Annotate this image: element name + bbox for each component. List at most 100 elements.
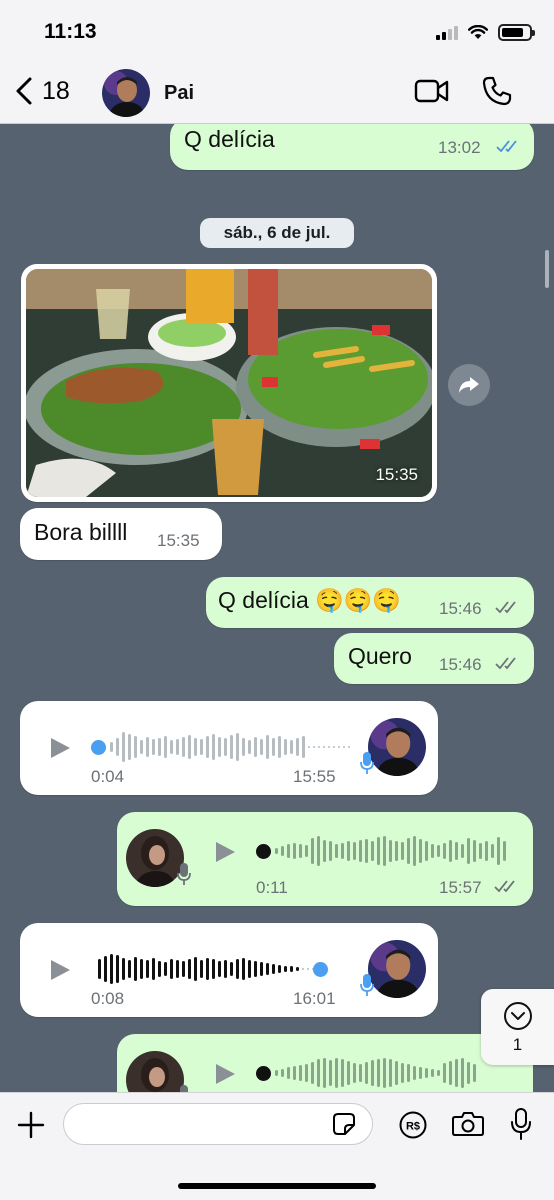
voice-message[interactable]: 0:04 15:55 bbox=[20, 701, 438, 795]
waveform-bar bbox=[230, 962, 233, 976]
waveform-bar bbox=[152, 739, 155, 755]
waveform-bar bbox=[437, 1070, 440, 1076]
voice-message[interactable]: 0:08 16:01 bbox=[20, 923, 438, 1017]
waveform-bar bbox=[305, 1064, 308, 1082]
waveform-bar bbox=[503, 841, 506, 861]
waveform-bar bbox=[296, 967, 299, 971]
waveform-bar bbox=[467, 838, 470, 864]
waveform-bar bbox=[311, 838, 314, 864]
message-bubble[interactable]: Q delícia 13:02 bbox=[170, 124, 534, 170]
voice-waveform[interactable] bbox=[110, 730, 353, 764]
voice-waveform[interactable] bbox=[275, 1056, 479, 1090]
waveform-bar bbox=[323, 1058, 326, 1088]
scroll-to-bottom-button[interactable]: 1 bbox=[481, 989, 554, 1065]
pix-payment-icon[interactable]: R$ bbox=[399, 1111, 427, 1139]
play-icon[interactable] bbox=[49, 959, 71, 981]
voice-scrubber[interactable] bbox=[256, 1066, 271, 1081]
voice-waveform[interactable] bbox=[98, 952, 317, 986]
waveform-bar bbox=[413, 836, 416, 866]
waveform-bar bbox=[182, 961, 185, 977]
waveform-bar bbox=[194, 738, 197, 756]
waveform-bar bbox=[122, 732, 125, 762]
play-icon[interactable] bbox=[214, 841, 236, 863]
waveform-bar bbox=[281, 846, 284, 856]
photo-message[interactable]: 15:35 bbox=[21, 264, 437, 502]
message-bubble[interactable]: Quero 15:46 bbox=[334, 633, 534, 684]
message-input[interactable] bbox=[63, 1103, 373, 1145]
back-button[interactable]: 18 bbox=[14, 76, 70, 106]
voice-scrubber[interactable] bbox=[91, 740, 106, 755]
wifi-icon bbox=[468, 25, 488, 39]
waveform-bar bbox=[333, 746, 335, 748]
camera-icon[interactable] bbox=[452, 1111, 484, 1137]
waveform-bar bbox=[323, 746, 325, 748]
voice-scrubber[interactable] bbox=[256, 844, 271, 859]
waveform-bar bbox=[290, 740, 293, 754]
forward-button[interactable] bbox=[448, 364, 490, 406]
waveform-bar bbox=[401, 842, 404, 860]
waveform-bar bbox=[110, 742, 113, 752]
message-text: Q delícia 🤤🤤🤤 bbox=[218, 587, 402, 613]
waveform-bar bbox=[328, 746, 330, 748]
waveform-bar bbox=[401, 1063, 404, 1083]
waveform-bar bbox=[383, 1058, 386, 1088]
food-photo: 15:35 bbox=[26, 269, 432, 497]
waveform-bar bbox=[200, 739, 203, 755]
waveform-bar bbox=[443, 843, 446, 859]
contact-name[interactable]: Pai bbox=[164, 82, 194, 105]
microphone-icon bbox=[360, 974, 374, 996]
sticker-icon[interactable] bbox=[332, 1112, 356, 1136]
scroll-indicator[interactable] bbox=[545, 250, 549, 288]
waveform-bar bbox=[473, 840, 476, 862]
voice-message[interactable]: 0:11 15:57 bbox=[117, 812, 533, 906]
waveform-bar bbox=[146, 737, 149, 757]
date-separator: sáb., 6 de jul. bbox=[200, 218, 354, 248]
waveform-bar bbox=[371, 841, 374, 861]
waveform-bar bbox=[116, 955, 119, 983]
waveform-bar bbox=[323, 840, 326, 862]
contact-avatar[interactable] bbox=[102, 69, 150, 117]
unread-chats-count: 18 bbox=[42, 76, 70, 105]
play-icon[interactable] bbox=[214, 1063, 236, 1085]
waveform-bar bbox=[407, 1064, 410, 1082]
waveform-bar bbox=[134, 957, 137, 981]
waveform-bar bbox=[455, 842, 458, 860]
battery-icon bbox=[498, 24, 535, 41]
waveform-bar bbox=[395, 841, 398, 861]
message-bubble[interactable]: Bora billll 15:35 bbox=[20, 508, 222, 560]
waveform-bar bbox=[248, 740, 251, 754]
message-text: Bora billll bbox=[34, 519, 128, 545]
waveform-bar bbox=[158, 961, 161, 977]
waveform-bar bbox=[116, 738, 119, 756]
microphone-icon[interactable] bbox=[510, 1108, 532, 1140]
svg-text:R$: R$ bbox=[406, 1121, 420, 1133]
waveform-bar bbox=[338, 746, 340, 748]
waveform-bar bbox=[308, 746, 310, 748]
voice-waveform[interactable] bbox=[275, 834, 509, 868]
status-icons bbox=[436, 24, 535, 41]
plus-icon[interactable] bbox=[17, 1111, 45, 1139]
home-indicator bbox=[178, 1183, 376, 1189]
voice-message[interactable] bbox=[117, 1034, 533, 1092]
message-time: 15:46 bbox=[439, 655, 482, 674]
play-icon[interactable] bbox=[49, 737, 71, 759]
chat-area[interactable]: Q delícia 13:02 sáb., 6 de jul. 15:35 Bo… bbox=[0, 124, 554, 1092]
waveform-bar bbox=[419, 1067, 422, 1079]
waveform-bar bbox=[164, 962, 167, 976]
message-bubble[interactable]: Q delícia 🤤🤤🤤 15:46 bbox=[206, 577, 534, 628]
message-time: 13:02 bbox=[438, 138, 481, 157]
voice-call-button[interactable] bbox=[482, 76, 512, 111]
waveform-bar bbox=[485, 841, 488, 861]
voice-scrubber[interactable] bbox=[313, 962, 328, 977]
video-call-button[interactable] bbox=[414, 78, 450, 109]
waveform-bar bbox=[236, 733, 239, 761]
waveform-bar bbox=[278, 965, 281, 973]
waveform-bar bbox=[278, 736, 281, 758]
waveform-bar bbox=[302, 736, 305, 758]
waveform-bar bbox=[461, 1058, 464, 1088]
waveform-bar bbox=[299, 1065, 302, 1081]
waveform-bar bbox=[188, 959, 191, 979]
waveform-bar bbox=[329, 1060, 332, 1086]
waveform-bar bbox=[194, 957, 197, 981]
waveform-bar bbox=[389, 840, 392, 862]
